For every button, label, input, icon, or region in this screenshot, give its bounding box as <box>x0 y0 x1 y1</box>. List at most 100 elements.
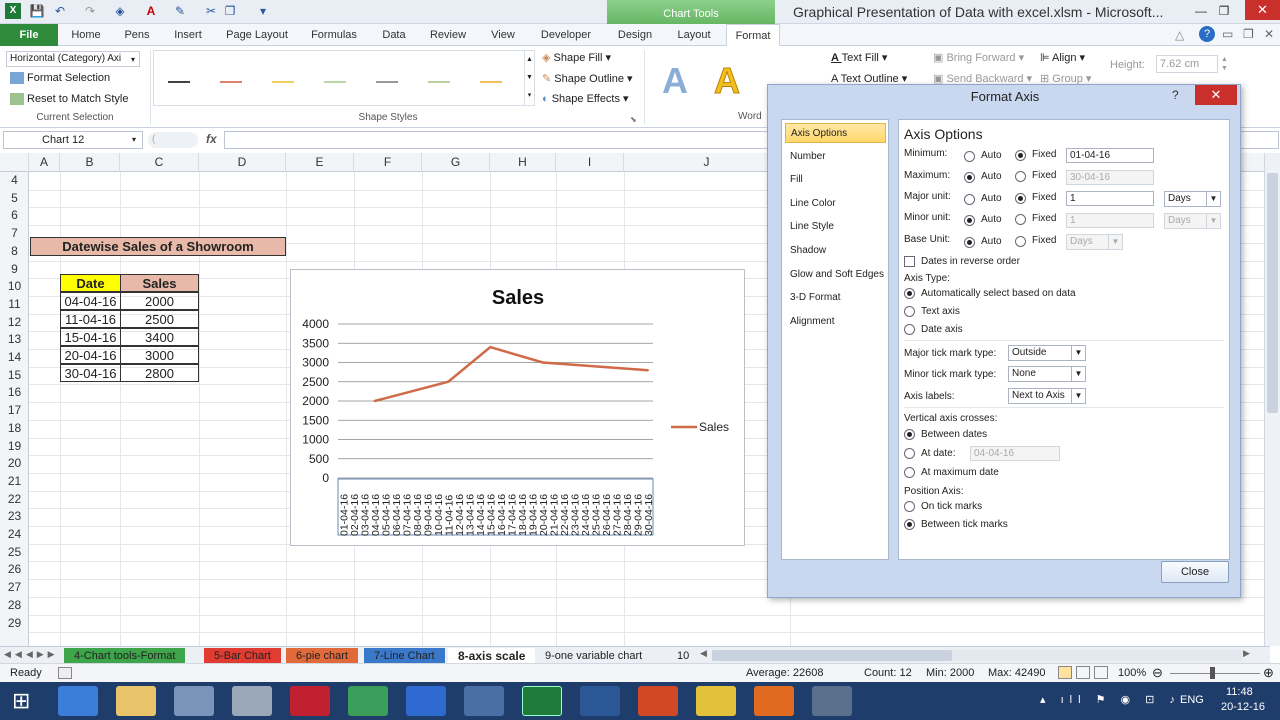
sheet-tab[interactable]: 4-Chart tools-Format <box>64 648 186 664</box>
column-header[interactable]: H <box>490 153 556 172</box>
base-unit-fixed-radio[interactable] <box>1015 236 1026 247</box>
minimize-icon[interactable]: — <box>1190 2 1212 20</box>
base-unit-days-dropdown[interactable]: Days ▼ <box>1066 234 1123 250</box>
major-unit-days-dropdown[interactable]: Days ▼ <box>1164 191 1221 207</box>
row-header[interactable]: 26 <box>0 561 29 579</box>
hscroll-left-icon[interactable]: ◀ <box>700 648 707 659</box>
table-cell[interactable]: 2800 <box>120 364 199 382</box>
minor-unit-days-dropdown[interactable]: Days ▼ <box>1164 213 1221 229</box>
select-all-corner[interactable] <box>0 153 29 172</box>
clock-time[interactable]: 11:48 <box>1226 686 1253 698</box>
dialog-category-item[interactable]: Number <box>785 147 886 167</box>
chart-object[interactable]: Sales 0 500 1000 1500 2000 2500 3000 3500 4000 01-… <box>290 269 745 546</box>
file-explorer-icon[interactable] <box>116 686 156 716</box>
table-cell[interactable]: 20-04-16 <box>60 346 121 364</box>
zoom-out-icon[interactable]: ⊖ <box>1152 665 1163 681</box>
style-swatch[interactable] <box>428 81 450 83</box>
base-unit-auto-radio[interactable] <box>964 237 975 248</box>
tab-developer[interactable]: Developer <box>533 24 599 46</box>
windows-start-icon[interactable]: ⊞ <box>12 690 30 712</box>
row-header[interactable]: 23 <box>0 508 29 526</box>
bring-forward-button[interactable]: ▣ Bring Forward ▾ <box>933 51 1024 64</box>
dialog-category-item[interactable]: Shadow <box>785 241 886 261</box>
column-header[interactable]: E <box>286 153 354 172</box>
sigma-app-icon[interactable] <box>406 686 446 716</box>
presentation-app-icon[interactable] <box>812 686 852 716</box>
table-cell[interactable]: 3000 <box>120 346 199 364</box>
row-header[interactable]: 25 <box>0 544 29 562</box>
format-selection-button[interactable]: Format Selection <box>10 72 110 85</box>
row-header[interactable]: 14 <box>0 349 29 367</box>
tab-insert[interactable]: Insert <box>166 24 210 46</box>
tab-data[interactable]: Data <box>375 24 413 46</box>
minor-unit-auto-radio[interactable] <box>964 215 975 226</box>
minimum-auto-radio[interactable] <box>964 151 975 162</box>
system-tray-icons[interactable]: ▴ ıll ⚑ ◉ ⊡ ♪ <box>1040 693 1181 706</box>
page-layout-view-icon[interactable] <box>1076 666 1090 679</box>
name-box-dropdown-icon[interactable]: ▾ <box>132 135 136 144</box>
macro-record-icon[interactable] <box>58 667 72 679</box>
mindmap-app-icon[interactable] <box>290 686 330 716</box>
row-header[interactable]: 10 <box>0 278 29 296</box>
major-unit-auto-radio[interactable] <box>964 194 975 205</box>
table-cell[interactable]: 30-04-16 <box>60 364 121 382</box>
zoom-level[interactable]: 100% <box>1118 667 1146 679</box>
clock-date[interactable]: 20-12-16 <box>1221 701 1265 713</box>
at-date-input[interactable]: 04-04-16 <box>970 446 1060 461</box>
minor-tick-dropdown[interactable]: None ▼ <box>1008 366 1086 382</box>
column-header[interactable]: C <box>120 153 199 172</box>
row-header[interactable]: 12 <box>0 314 29 332</box>
workbook-close-icon[interactable]: ✕ <box>1264 27 1274 41</box>
cut-icon[interactable]: ✂ <box>203 3 219 19</box>
row-header[interactable]: 18 <box>0 420 29 438</box>
column-header[interactable]: G <box>422 153 490 172</box>
chrome-taskbar-icon[interactable] <box>696 686 736 716</box>
column-header[interactable]: D <box>199 153 286 172</box>
dialog-help-icon[interactable]: ? <box>1172 88 1179 102</box>
row-header[interactable]: 21 <box>0 473 29 491</box>
major-unit-value-input[interactable]: 1 <box>1066 191 1154 206</box>
table-cell[interactable]: 15-04-16 <box>60 328 121 346</box>
tab-review[interactable]: Review <box>424 24 472 46</box>
minor-unit-fixed-radio[interactable] <box>1015 214 1026 225</box>
copy-icon[interactable]: ❐ <box>222 3 238 19</box>
minimum-fixed-radio[interactable] <box>1015 150 1026 161</box>
zoom-slider-thumb[interactable] <box>1210 667 1215 679</box>
font-color-icon[interactable]: A <box>143 3 159 19</box>
column-header[interactable]: B <box>60 153 120 172</box>
redo-icon[interactable]: ↷ <box>82 3 98 19</box>
save-icon[interactable]: 💾 <box>29 3 45 19</box>
auto-select-radio[interactable] <box>904 288 915 299</box>
table-cell[interactable]: 2000 <box>120 292 199 310</box>
minor-unit-value-input[interactable]: 1 <box>1066 213 1154 228</box>
language-indicator[interactable]: ENG <box>1180 694 1204 706</box>
style-swatch[interactable] <box>272 81 294 83</box>
style-swatch[interactable] <box>376 81 398 83</box>
dialog-category-item[interactable]: Line Style <box>785 217 886 237</box>
word-taskbar-icon[interactable] <box>580 686 620 716</box>
sheet-tab[interactable]: 5-Bar Chart <box>204 648 281 664</box>
name-box[interactable]: Chart 12 <box>3 131 143 149</box>
row-header[interactable]: 27 <box>0 579 29 597</box>
height-input[interactable]: 7.62 cm <box>1156 55 1218 73</box>
height-spinner-icon[interactable]: ▲ ▼ <box>1221 55 1228 73</box>
reset-style-button[interactable]: Reset to Match Style <box>10 93 129 106</box>
dialog-category-item[interactable]: Glow and Soft Edges <box>785 265 886 285</box>
row-header[interactable]: 9 <box>0 261 29 279</box>
customize-qat-icon[interactable]: ▾ <box>255 3 271 19</box>
sheet-tab[interactable]: 9-one variable chart <box>535 648 652 664</box>
zoom-slider[interactable] <box>1170 673 1260 674</box>
sheet-tab[interactable]: 10 <box>667 648 699 664</box>
sheet-nav-arrows-icon[interactable]: ◀◀◀▶▶ <box>4 649 59 660</box>
wordart-style-gold[interactable]: A <box>714 60 741 102</box>
snipping-tool-icon[interactable] <box>232 686 272 716</box>
firefox-taskbar-icon[interactable] <box>754 686 794 716</box>
graph-app-icon[interactable] <box>464 686 504 716</box>
horizontal-scroll-thumb[interactable] <box>712 650 952 661</box>
shape-effects-button[interactable]: ◐ Shape Effects ▾ <box>542 92 629 105</box>
text-fill-button[interactable]: A Text Fill ▾ <box>831 51 887 64</box>
sheet-title-cell[interactable]: Datewise Sales of a Showroom <box>30 237 286 256</box>
tab-layout[interactable]: Layout <box>670 24 718 46</box>
row-header[interactable]: 13 <box>0 331 29 349</box>
gallery-scroll[interactable]: ▲ ▼ ▾ <box>524 51 534 105</box>
